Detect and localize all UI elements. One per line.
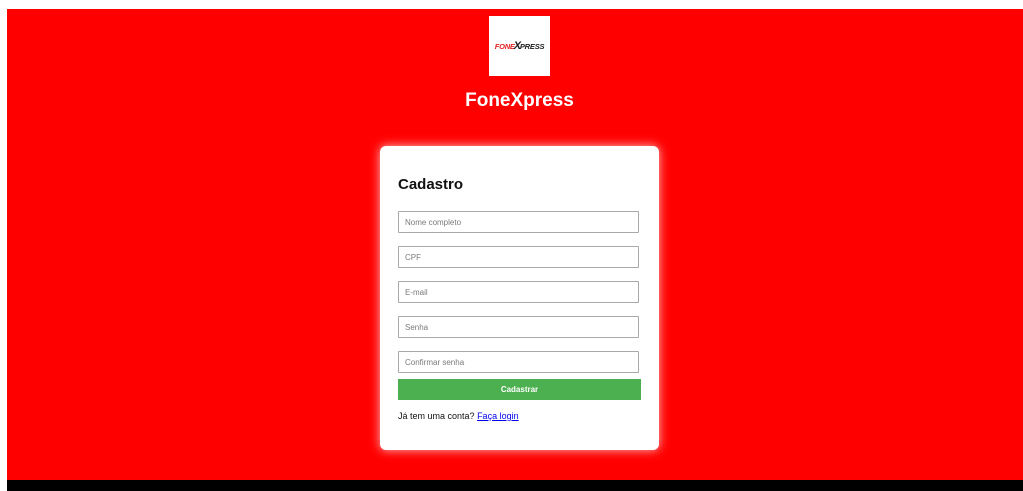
brand-logo: FONE X PRESS (489, 16, 550, 76)
login-link[interactable]: Faça login (477, 411, 519, 421)
login-prompt-text: Já tem uma conta? (398, 411, 475, 421)
confirm-password-field[interactable] (398, 351, 639, 373)
password-field[interactable] (398, 316, 639, 338)
email-field[interactable] (398, 281, 639, 303)
footer-bar (7, 480, 1023, 491)
form-title: Cadastro (398, 176, 464, 193)
register-button[interactable]: Cadastrar (398, 379, 641, 400)
cpf-field[interactable] (398, 246, 639, 268)
page: FONEXPRESS FoneXpress Cadastro Cadastrar… (0, 0, 1023, 491)
login-prompt-line: Já tem uma conta? Faça login (398, 411, 519, 421)
logo-wordmark: FONE X PRESS (495, 40, 545, 52)
brand-title: FoneXpress (465, 90, 574, 111)
logo-text-fone: FONE (494, 41, 515, 51)
full-name-field[interactable] (398, 211, 639, 233)
logo-text-press: PRESS (519, 41, 545, 51)
signup-card: Cadastro Cadastrar Já tem uma conta? Faç… (380, 146, 659, 450)
